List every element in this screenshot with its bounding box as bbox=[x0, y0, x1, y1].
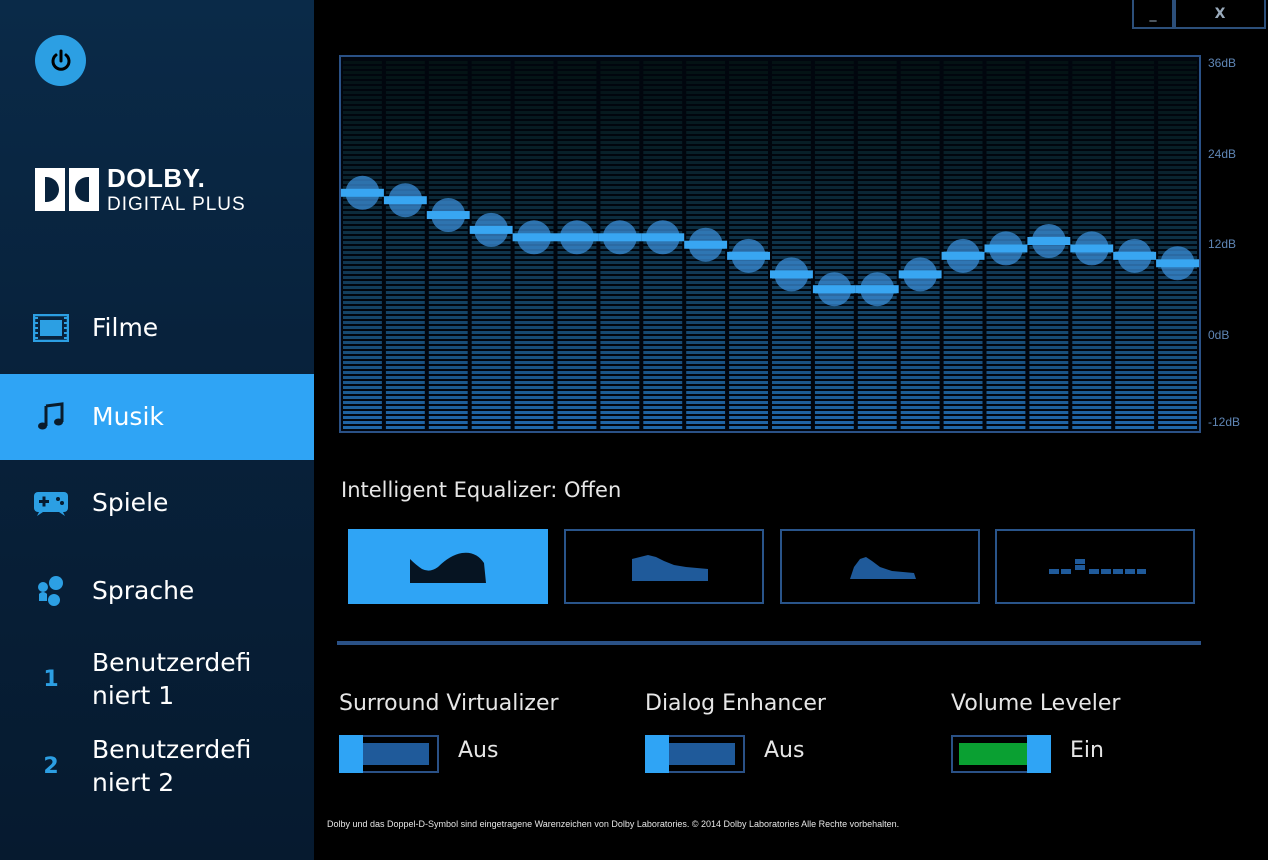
eq-band-level-bar bbox=[855, 285, 899, 294]
eq-band[interactable] bbox=[343, 61, 382, 429]
eq-band-level-bar bbox=[941, 251, 985, 260]
equalizer-bands[interactable] bbox=[341, 57, 1199, 431]
sidebar-item-spiele[interactable]: Spiele bbox=[0, 460, 314, 546]
surround-virtualizer-state: Aus bbox=[458, 738, 499, 763]
volume-leveler-toggle[interactable] bbox=[951, 735, 1051, 773]
eq-band-level-bar bbox=[426, 211, 470, 220]
sidebar-item-label: Filme bbox=[92, 313, 159, 342]
eq-band-level-bar bbox=[1113, 251, 1157, 260]
focused-curve-icon bbox=[850, 557, 916, 579]
power-button[interactable] bbox=[35, 35, 86, 86]
eq-band-level-bar bbox=[598, 233, 642, 242]
number-1-icon: 1 bbox=[43, 666, 59, 692]
sidebar-item-label: Spiele bbox=[92, 488, 169, 517]
preset-open-button[interactable] bbox=[348, 529, 548, 604]
eq-band-level-bar bbox=[1027, 237, 1071, 245]
eq-band-level-bar bbox=[727, 251, 770, 260]
intelligent-eq-title: Intelligent Equalizer: Offen bbox=[341, 478, 622, 502]
db-label-0: 0dB bbox=[1208, 328, 1230, 342]
number-2-icon: 2 bbox=[43, 753, 59, 779]
open-curve-icon bbox=[410, 552, 486, 583]
eq-band[interactable] bbox=[428, 61, 468, 429]
db-label-36: 36dB bbox=[1208, 56, 1237, 70]
sidebar-item-sprache[interactable]: Sprache bbox=[0, 548, 314, 634]
copyright-footer: Dolby und das Doppel-D-Symbol sind einge… bbox=[327, 819, 900, 829]
eq-band[interactable] bbox=[385, 61, 425, 429]
speech-bubbles-icon bbox=[33, 573, 69, 609]
eq-band-level-bar bbox=[1070, 244, 1114, 253]
volume-leveler-state: Ein bbox=[1070, 738, 1104, 763]
eq-band-level-bar bbox=[684, 240, 728, 249]
sidebar-item-label: Benutzerdefi niert 2 bbox=[92, 735, 252, 797]
preset-rich-button[interactable] bbox=[564, 529, 764, 604]
eq-band-level-bar bbox=[383, 196, 427, 205]
music-note-icon bbox=[33, 399, 69, 435]
eq-band[interactable] bbox=[772, 61, 811, 429]
eq-band-level-bar bbox=[641, 233, 685, 242]
db-label-24: 24dB bbox=[1208, 147, 1237, 161]
eq-band-level-bar bbox=[512, 233, 556, 242]
preset-custom-button[interactable] bbox=[995, 529, 1195, 604]
db-label-12: 12dB bbox=[1208, 237, 1237, 251]
eq-band-level-bar bbox=[898, 270, 942, 279]
eq-band[interactable] bbox=[814, 61, 854, 429]
eq-band-level-bar bbox=[555, 233, 599, 242]
eq-band-level-bar bbox=[341, 188, 384, 197]
film-icon bbox=[33, 310, 69, 346]
sidebar-item-musik[interactable]: Musik bbox=[0, 374, 314, 460]
eq-band[interactable] bbox=[857, 61, 897, 429]
sidebar-item-label: Musik bbox=[92, 402, 164, 431]
eq-band-level-bar bbox=[812, 285, 856, 294]
minimize-button[interactable]: _ bbox=[1132, 0, 1174, 29]
dolby-logo: DOLBY. DIGITAL PLUS bbox=[35, 165, 246, 214]
gamepad-icon bbox=[33, 485, 69, 521]
brand-line2: DIGITAL PLUS bbox=[107, 194, 246, 215]
db-label-minus-12: -12dB bbox=[1208, 415, 1241, 429]
volume-leveler-label: Volume Leveler bbox=[951, 691, 1121, 716]
custom-curve-icon bbox=[1049, 559, 1146, 574]
sidebar-item-label: Sprache bbox=[92, 576, 195, 605]
eq-band-level-bar bbox=[770, 270, 813, 279]
eq-band-level-bar bbox=[1156, 259, 1199, 268]
sidebar-item-custom-1[interactable]: 1 Benutzerdefi niert 1 bbox=[0, 636, 314, 722]
rich-curve-icon bbox=[632, 555, 708, 581]
equalizer-graph[interactable] bbox=[339, 55, 1201, 433]
eq-band-level-bar bbox=[984, 244, 1028, 253]
power-icon bbox=[51, 49, 70, 71]
preset-focused-button[interactable] bbox=[780, 529, 980, 604]
double-d-icon bbox=[35, 168, 99, 211]
close-button[interactable]: X bbox=[1174, 0, 1266, 29]
section-divider bbox=[337, 641, 1201, 645]
eq-band[interactable] bbox=[900, 61, 940, 429]
sidebar-item-filme[interactable]: Filme bbox=[0, 285, 314, 371]
sidebar-item-custom-2[interactable]: 2 Benutzerdefi niert 2 bbox=[0, 723, 314, 809]
brand-line1: DOLBY. bbox=[107, 163, 206, 193]
dialog-enhancer-label: Dialog Enhancer bbox=[645, 691, 826, 716]
sidebar-item-label: Benutzerdefi niert 1 bbox=[92, 648, 252, 710]
sidebar: DOLBY. DIGITAL PLUS Filme Musik Spiele S… bbox=[0, 0, 314, 860]
surround-virtualizer-toggle[interactable] bbox=[339, 735, 439, 773]
dialog-enhancer-state: Aus bbox=[764, 738, 805, 763]
surround-virtualizer-label: Surround Virtualizer bbox=[339, 691, 559, 716]
eq-band[interactable] bbox=[1158, 61, 1197, 429]
eq-band-level-bar bbox=[469, 225, 513, 234]
dialog-enhancer-toggle[interactable] bbox=[645, 735, 745, 773]
